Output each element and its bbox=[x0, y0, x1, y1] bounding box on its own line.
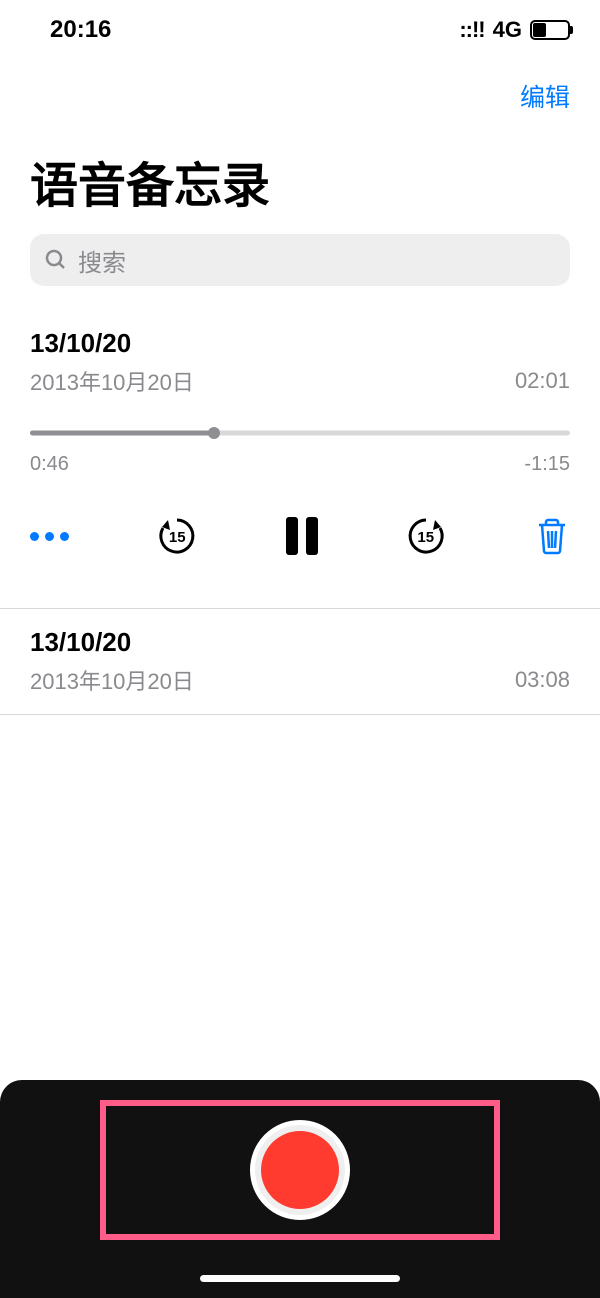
search-input[interactable]: 搜索 bbox=[30, 234, 570, 286]
signal-icon: ::!! bbox=[459, 17, 484, 43]
status-bar: 20:16 ::!! 4G bbox=[0, 0, 600, 60]
elapsed-time: 0:46 bbox=[30, 453, 69, 476]
status-right: ::!! 4G bbox=[459, 17, 570, 43]
home-indicator[interactable] bbox=[200, 1275, 400, 1282]
recording-date: 2013年10月20日 bbox=[30, 365, 194, 397]
nav-bar: 编辑 bbox=[0, 60, 600, 124]
track-progress bbox=[30, 431, 214, 436]
recording-item-expanded[interactable]: 13/10/20 2013年10月20日 02:01 0:46 -1:15 15 bbox=[0, 310, 600, 608]
pause-icon bbox=[286, 517, 318, 555]
more-button[interactable] bbox=[30, 532, 69, 541]
delete-button[interactable] bbox=[534, 516, 570, 556]
page-title: 语音备忘录 bbox=[0, 124, 600, 234]
recording-duration: 02:01 bbox=[515, 368, 570, 394]
trash-icon bbox=[534, 516, 570, 556]
recording-title: 13/10/20 bbox=[30, 328, 570, 359]
player: 0:46 -1:15 15 15 bbox=[30, 397, 570, 590]
record-icon bbox=[261, 1131, 339, 1209]
skip-forward-button[interactable]: 15 bbox=[404, 514, 448, 558]
scrubber-knob[interactable] bbox=[208, 427, 220, 439]
status-time: 20:16 bbox=[50, 16, 111, 44]
annotation-highlight bbox=[100, 1100, 500, 1240]
ellipsis-icon bbox=[30, 532, 69, 541]
remaining-time: -1:15 bbox=[524, 453, 570, 476]
pause-button[interactable] bbox=[286, 517, 318, 555]
recording-duration: 03:08 bbox=[515, 667, 570, 693]
player-controls: 15 15 bbox=[30, 476, 570, 582]
network-label: 4G bbox=[493, 17, 522, 43]
scrubber[interactable] bbox=[30, 421, 570, 445]
recording-item[interactable]: 13/10/20 2013年10月20日 03:08 bbox=[0, 609, 600, 714]
skip-back-label: 15 bbox=[155, 514, 199, 558]
divider bbox=[0, 714, 600, 715]
recording-title: 13/10/20 bbox=[30, 627, 570, 658]
edit-button[interactable]: 编辑 bbox=[520, 78, 570, 114]
search-icon bbox=[44, 248, 68, 272]
skip-back-button[interactable]: 15 bbox=[155, 514, 199, 558]
search-placeholder: 搜索 bbox=[78, 243, 126, 278]
recording-date: 2013年10月20日 bbox=[30, 664, 194, 696]
skip-forward-label: 15 bbox=[404, 514, 448, 558]
record-bar bbox=[0, 1080, 600, 1298]
record-button[interactable] bbox=[250, 1120, 350, 1220]
battery-icon bbox=[530, 20, 570, 40]
